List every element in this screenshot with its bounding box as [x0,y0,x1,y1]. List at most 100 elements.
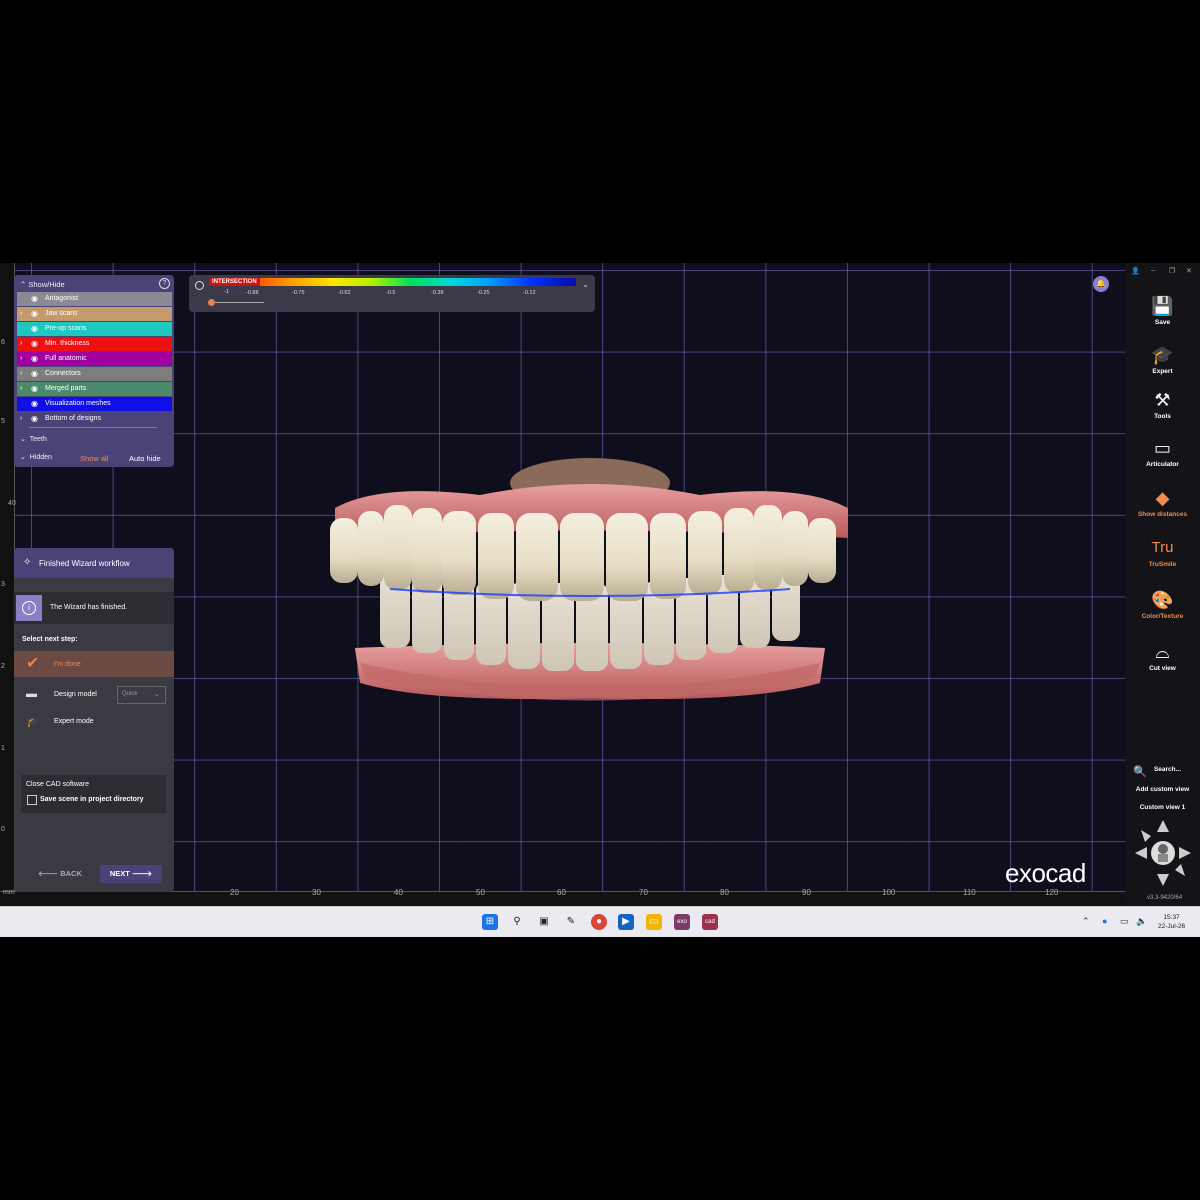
eye-icon[interactable]: ◉ [31,352,38,366]
wizard-header: ✧ Finished Wizard workflow [14,548,174,578]
eye-icon[interactable]: ◉ [31,292,38,306]
3d-viewport[interactable]: 6 5 40 3 2 1 0 mm 20 30 40 50 60 70 80 9… [0,263,1125,906]
exo-app-icon[interactable]: exo [674,914,690,930]
intersection-title: INTERSECTION [209,278,260,286]
eye-icon[interactable]: ◉ [31,337,38,351]
gauge-icon[interactable] [195,281,204,290]
show-hide-row[interactable]: ◉ Visualization meshes [17,397,172,411]
show-hide-row[interactable]: ◉ Antagonist [17,292,172,306]
chevron-up-icon[interactable]: ⌃ [1082,916,1090,927]
eye-icon[interactable]: ◉ [31,322,38,336]
tools-icon: ⚒ [1154,390,1171,410]
show-hide-title[interactable]: ⌃ Show/Hide [20,280,65,289]
custom-view-1-button[interactable]: Custom view 1 [1125,804,1200,811]
next-button[interactable]: NEXT 🡒 [100,865,162,883]
snipping-tool-icon[interactable]: ✎ [563,914,579,930]
help-icon[interactable]: ? [159,278,170,289]
model-icon: ▬ [26,688,37,700]
speaker-icon[interactable]: 🔈 [1136,916,1147,927]
chevron-down-icon[interactable]: ⌄ [582,280,589,289]
show-hide-row[interactable]: › ◉ Full anatomic [17,352,172,366]
show-hide-row[interactable]: › ◉ Connectors [17,367,172,381]
show-all-button[interactable]: Show all [80,454,108,463]
chevron-right-icon[interactable]: › [20,307,22,321]
windows-start-icon[interactable]: ⊞ [482,914,498,930]
hidden-group[interactable]: ⌄ Hidden [20,453,52,461]
design-model-option[interactable]: ▬ Design model Quick ⌄ [14,685,174,705]
ruler-bottom: mm 20 30 40 50 60 70 80 90 100 110 120 [0,888,1125,906]
task-view-icon[interactable]: ▣ [536,914,552,930]
eye-icon[interactable]: ◉ [31,367,38,381]
show-hide-row-label: Min. thickness [45,340,90,347]
back-button[interactable]: 🡐 BACK [38,869,82,878]
trusmile-label: TruSmile [1148,561,1177,568]
show-hide-row[interactable]: › ◉ Min. thickness [17,337,172,351]
add-custom-view-button[interactable]: Add custom view [1125,786,1200,793]
search-icon[interactable]: ⚲ [509,914,525,930]
ruler-left: 6 5 40 3 2 1 0 [0,263,16,906]
chevron-down-icon: ⌄ [154,691,160,698]
chevron-right-icon[interactable]: › [20,412,22,426]
chevron-right-icon[interactable]: › [20,337,22,351]
color-texture-button[interactable]: 🎨 Color/Texture [1125,589,1200,620]
minimize-icon[interactable]: – [1151,267,1155,274]
chevron-right-icon[interactable]: › [20,352,22,366]
cad-app-icon[interactable]: cad [702,914,718,930]
dental-model-render[interactable] [320,453,860,733]
remote-desktop-icon[interactable]: ▶ [618,914,634,930]
eye-icon[interactable]: ◉ [31,382,38,396]
network-icon[interactable]: ▭ [1120,916,1129,927]
ruler-label: 90 [802,888,811,897]
clock-time: 15:37 [1163,914,1180,921]
show-hide-row[interactable]: › ◉ Bottom of designs [17,412,172,426]
search-button[interactable]: Search... [1125,766,1200,773]
system-clock[interactable]: 15:37 22-Jul-26 [1158,913,1185,931]
ruler-label: 50 [476,888,485,897]
auto-hide-button[interactable]: Auto hide [129,454,161,463]
chrome-icon[interactable]: ● [591,914,607,930]
file-explorer-icon[interactable]: ▭ [646,914,662,930]
expert-label: Expert [1152,368,1173,375]
user-icon[interactable]: 👤 [1131,267,1140,275]
shield-icon[interactable]: ● [1102,916,1107,926]
eye-icon[interactable]: ◉ [31,307,38,321]
save-button[interactable]: 💾 Save [1125,295,1200,326]
close-icon[interactable]: ✕ [1186,267,1192,275]
chevron-right-icon[interactable]: › [20,382,22,396]
ruler-label: 110 [963,888,976,897]
scale-tick: -0.12 [523,290,536,296]
cut-view-button[interactable]: ⌓ Cut view [1125,641,1200,672]
save-scene-label[interactable]: Save scene in project directory [40,796,144,803]
intersection-panel: INTERSECTION -1 -0.88 -0.75 -0.62 -0.5 -… [189,275,595,312]
distance-tooth-icon: ◆ [1155,488,1170,508]
articulator-label: Articulator [1146,461,1179,468]
chevron-right-icon[interactable]: › [20,367,22,381]
intersection-slider-handle[interactable] [208,299,215,306]
bell-icon[interactable]: 🔔 [1093,276,1109,292]
im-done-option[interactable]: ✔ I'm done [14,651,174,677]
teeth-group[interactable]: ⌄ Teeth [20,435,47,443]
palette-icon: 🎨 [1151,590,1174,610]
ruler-label: 3 [1,581,5,588]
expert-button[interactable]: 🎓 Expert [1125,344,1200,375]
design-model-dropdown[interactable]: Quick ⌄ [117,686,166,704]
show-hide-row[interactable]: › ◉ Jaw scans [17,307,172,321]
close-cad-section: Close CAD software Save scene in project… [21,775,166,813]
color-texture-label: Color/Texture [1141,613,1184,620]
scale-tick: -0.5 [386,290,396,296]
ruler-label: 6 [1,339,5,346]
show-hide-row[interactable]: › ◉ Merged parts [17,382,172,396]
intersection-slider-track[interactable] [209,302,264,303]
show-hide-row[interactable]: ◉ Pre-op scans [17,322,172,336]
save-scene-checkbox[interactable] [27,795,37,805]
restore-icon[interactable]: ❐ [1169,267,1175,275]
wizard-title: Finished Wizard workflow [39,559,130,568]
view-orientation-compass-icon[interactable] [1133,818,1193,888]
articulator-button[interactable]: ▭ Articulator [1125,437,1200,468]
tools-button[interactable]: ⚒ Tools [1125,389,1200,420]
expert-mode-option[interactable]: 🎓 Expert mode [14,712,174,732]
eye-icon[interactable]: ◉ [31,412,38,426]
show-distances-button[interactable]: ◆ Show distances [1125,487,1200,518]
eye-icon[interactable]: ◉ [31,397,38,411]
trusmile-button[interactable]: Tru TruSmile [1125,537,1200,568]
